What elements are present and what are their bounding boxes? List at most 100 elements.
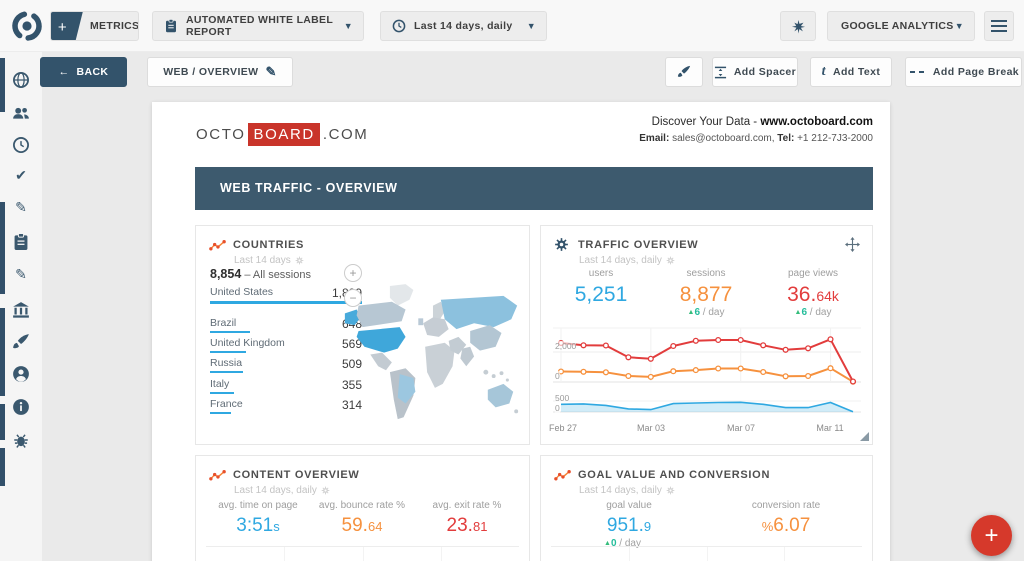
sidebar-item-themes[interactable] [12, 333, 30, 351]
edit-pencil-icon: ✎ [265, 64, 277, 79]
add-page-break-button[interactable]: Add Page Break [905, 57, 1022, 87]
sidebar-item-annotate[interactable]: ✎ [12, 198, 30, 216]
sidebar-item-account[interactable] [12, 365, 30, 383]
data-source-label: GOOGLE ANALYTICS [841, 20, 954, 32]
value-bar [210, 371, 244, 373]
add-text-button[interactable]: t Add Text [810, 57, 892, 87]
sidebar-item-debug[interactable] [12, 431, 30, 449]
sidebar-item-compose[interactable]: ✎ [12, 265, 30, 283]
card-title: GOAL VALUE AND CONVERSION [578, 469, 771, 481]
metrics-button-label: METRICS [90, 20, 139, 32]
sidebar-item-events[interactable]: ✔ [12, 166, 30, 184]
table-preview [206, 546, 519, 561]
world-map [344, 284, 519, 420]
gear-icon[interactable] [321, 486, 330, 495]
gear-icon [554, 237, 569, 252]
plus-icon: + [51, 12, 83, 40]
card-title: COUNTRIES [233, 239, 305, 251]
gear-icon[interactable] [666, 256, 675, 265]
traffic-chart-main: 2,000 0 [553, 322, 861, 388]
globe-icon [13, 72, 29, 88]
card-subtitle: Last 14 days [234, 255, 291, 266]
clipboard-icon [14, 233, 28, 250]
quick-actions-button[interactable] [780, 11, 816, 41]
card-title: CONTENT OVERVIEW [233, 469, 360, 481]
zoom-out-button[interactable]: − [344, 289, 362, 307]
metric-pageviews: page views 36.64k ▲6 / day [787, 268, 839, 319]
pen-icon: ✎ [15, 199, 27, 215]
clipboard-icon [166, 19, 176, 33]
add-spacer-button[interactable]: Add Spacer [712, 57, 798, 87]
users-icon [13, 107, 29, 119]
info-icon [13, 399, 29, 415]
chevron-down-icon: ▼ [343, 21, 353, 31]
octoboard-logo-icon[interactable] [10, 9, 44, 43]
goal-conversion-card: GOAL VALUE AND CONVERSION Last 14 days, … [540, 455, 873, 561]
arrow-left-icon: ← [58, 66, 70, 78]
content-overview-card: CONTENT OVERVIEW Last 14 days, daily avg… [195, 455, 530, 561]
sidebar-item-web[interactable] [12, 71, 30, 89]
report-canvas: OCTO BOARD .COM Discover Your Data - www… [152, 102, 890, 561]
back-button[interactable]: ← BACK [40, 57, 127, 87]
gear-icon[interactable] [295, 256, 304, 265]
value-bar [210, 392, 235, 394]
sidebar-group-indicator [0, 202, 5, 294]
countries-card: COUNTRIES Last 14 days 8,854 – All sessi… [195, 225, 530, 445]
sidebar-group-indicator [0, 448, 5, 486]
y-axis-tick: 0 [555, 403, 560, 413]
sidebar-group-indicator [0, 404, 5, 440]
resize-handle[interactable] [860, 432, 869, 441]
top-app-bar: + METRICS AUTOMATED WHITE LABEL REPORT ▼… [0, 0, 1024, 52]
bug-icon [14, 434, 28, 448]
bank-icon [13, 302, 29, 318]
menu-button[interactable] [984, 11, 1014, 41]
data-source-dropdown[interactable]: GOOGLE ANALYTICS ▼ [827, 11, 975, 41]
plus-icon: + [984, 521, 999, 549]
sidebar-item-templates[interactable] [12, 233, 30, 251]
theme-brush-button[interactable] [665, 57, 703, 87]
brand-logo: OCTO BOARD .COM [196, 123, 368, 146]
section-header: WEB TRAFFIC - OVERVIEW [195, 167, 873, 210]
gear-icon[interactable] [666, 486, 675, 495]
metric-goal-value: goal value 951.9 ▲0 / day [604, 500, 652, 549]
value-bar [210, 412, 232, 414]
card-subtitle: Last 14 days, daily [234, 485, 317, 496]
website-link: www.octoboard.com [760, 116, 873, 128]
report-selector-label: AUTOMATED WHITE LABEL REPORT [186, 14, 333, 38]
check-icon: ✔ [15, 167, 27, 183]
add-widget-fab[interactable]: + [971, 515, 1012, 556]
x-axis-labels: Feb 27 Mar 03 Mar 07 Mar 11 [548, 423, 844, 433]
card-subtitle: Last 14 days, daily [579, 255, 662, 266]
hamburger-icon [991, 20, 1007, 22]
sidebar-item-billing[interactable] [12, 301, 30, 319]
sparkle-icon [791, 19, 805, 33]
table-preview [551, 546, 862, 561]
value-bar [210, 351, 247, 353]
spacer-icon [714, 66, 726, 78]
y-axis-tick: 2,000 [555, 341, 577, 351]
drag-move-icon[interactable] [845, 237, 860, 252]
sidebar-item-history[interactable] [12, 136, 30, 154]
zoom-in-button[interactable]: + [344, 264, 362, 282]
report-name-button[interactable]: WEB / OVERVIEW ✎ [147, 57, 293, 87]
y-axis-tick: 0 [555, 371, 560, 381]
sidebar-group-indicator [0, 58, 5, 112]
clock-history-icon [13, 137, 29, 153]
left-sidebar: ✔ ✎ ✎ [0, 52, 42, 561]
add-metrics-button[interactable]: + METRICS [50, 11, 139, 41]
date-range-dropdown[interactable]: Last 14 days, daily ▼ [380, 11, 547, 41]
user-circle-icon [13, 366, 29, 382]
y-axis-tick: 500 [555, 393, 570, 403]
clock-icon [392, 19, 406, 33]
metric-users: users 5,251 [574, 268, 628, 306]
card-subtitle: Last 14 days, daily [579, 485, 662, 496]
chart-icon [209, 239, 226, 252]
report-selector-dropdown[interactable]: AUTOMATED WHITE LABEL REPORT ▼ [152, 11, 364, 41]
brand-board-chip: BOARD [248, 123, 320, 146]
sidebar-item-audience[interactable] [12, 104, 30, 122]
sidebar-group-indicator [0, 308, 5, 396]
chevron-down-icon: ▼ [954, 21, 964, 31]
page-break-icon [908, 66, 926, 78]
sidebar-item-info[interactable] [12, 398, 30, 416]
report-contact-block: Discover Your Data - www.octoboard.com E… [639, 116, 873, 144]
